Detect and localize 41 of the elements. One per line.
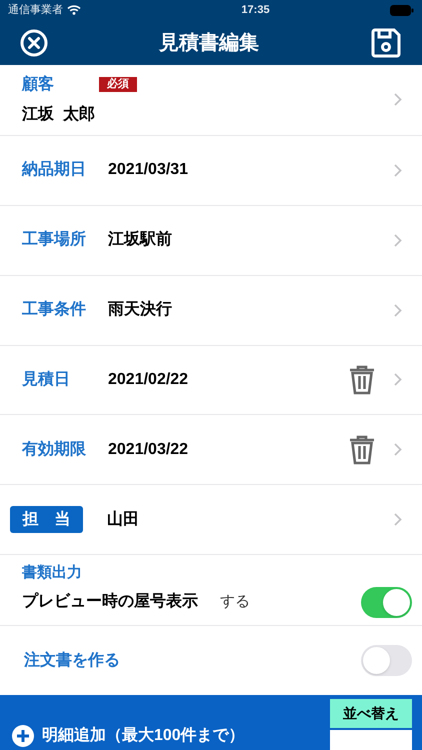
list-row[interactable]: 有効期限 2021/03/22: [0, 415, 422, 486]
close-icon[interactable]: [20, 28, 48, 56]
list-row[interactable]: 担 当 山田: [0, 485, 422, 556]
field-label: 顧客: [22, 74, 55, 95]
battery-icon: [390, 4, 414, 16]
partial-button[interactable]: [330, 730, 412, 750]
list-row[interactable]: 工事場所 江坂駅前: [0, 206, 422, 276]
section-label: 書類出力: [22, 563, 83, 584]
option-value: する: [220, 592, 251, 612]
option-label: 注文書を作る: [24, 650, 121, 671]
option-label: プレビュー時の屋号表示: [22, 591, 198, 612]
list-row[interactable]: 見積日 2021/02/22: [0, 346, 422, 416]
field-label: 有効期限: [22, 440, 87, 460]
toggle-switch[interactable]: [361, 586, 412, 618]
field-value: 2021/02/22: [108, 370, 190, 390]
carrier-label: 通信事業者: [8, 2, 63, 18]
field-value: 江坂 太郎: [22, 104, 96, 125]
required-badge: 必須: [99, 77, 137, 92]
field-value: 2021/03/22: [108, 440, 190, 460]
screen-title: 見積書編集: [159, 30, 259, 56]
field-label: 見積日: [22, 370, 71, 390]
field-value: 山田: [107, 510, 140, 530]
field-label: 納品期日: [22, 160, 87, 180]
save-icon[interactable]: [370, 26, 402, 58]
plus-icon: [12, 724, 34, 747]
field-value: 雨天決行: [108, 300, 173, 320]
field-value: 江坂駅前: [108, 230, 173, 250]
trash-icon[interactable]: [348, 364, 376, 395]
field-label: 工事場所: [22, 230, 87, 250]
field-value: 2021/03/31: [108, 160, 190, 180]
field-label: 工事条件: [22, 300, 87, 320]
sort-button[interactable]: 並べ替え: [330, 698, 412, 728]
toggle-switch[interactable]: [361, 645, 412, 676]
add-item-button[interactable]: 明細追加（最大100件まで）: [12, 724, 245, 750]
list-row[interactable]: 工事条件 雨天決行: [0, 276, 422, 346]
list-row[interactable]: 納品期日 2021/03/31: [0, 136, 422, 206]
wifi-icon: [67, 5, 81, 15]
field-tag: 担 当: [10, 506, 83, 534]
list-row[interactable]: 顧客 必須 江坂 太郎: [0, 65, 422, 136]
time-label: 17:35: [241, 2, 270, 18]
trash-icon[interactable]: [348, 434, 376, 465]
